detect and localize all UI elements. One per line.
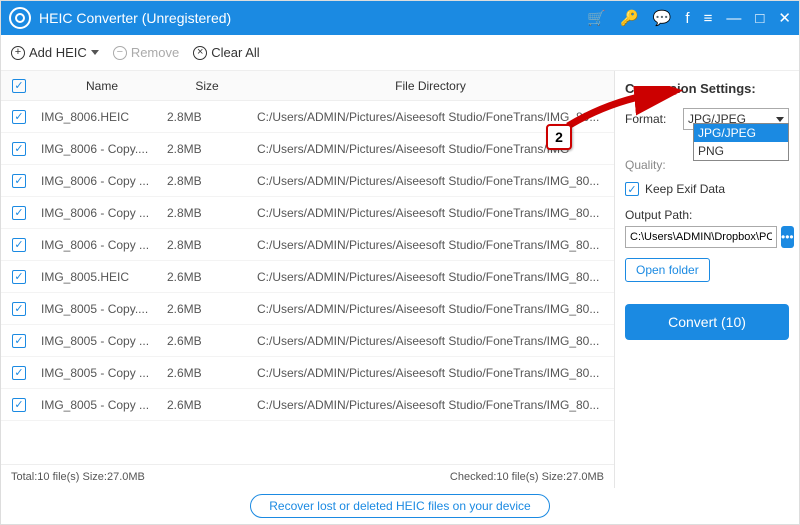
output-path-label: Output Path: [625, 208, 789, 222]
add-heic-button[interactable]: + Add HEIC [11, 45, 99, 60]
row-path: C:/Users/ADMIN/Pictures/Aiseesoft Studio… [247, 110, 614, 124]
feedback-icon[interactable]: 💬 [653, 9, 672, 27]
close-icon[interactable]: ✕ [778, 9, 791, 27]
table-row[interactable]: ✓ IMG_8005 - Copy ...2.6MBC:/Users/ADMIN/… [1, 389, 614, 421]
row-size: 2.6MB [167, 302, 247, 316]
row-size: 2.8MB [167, 174, 247, 188]
table-row[interactable]: ✓ IMG_8005 - Copy....2.6MBC:/Users/ADMIN/… [1, 293, 614, 325]
x-icon: × [193, 46, 207, 60]
table-row[interactable]: ✓ IMG_8006 - Copy ...2.8MBC:/Users/ADMIN/… [1, 197, 614, 229]
row-path: C:/Users/ADMIN/Pictures/Aiseesoft Studio… [247, 206, 614, 220]
table-row[interactable]: ✓ IMG_8006.HEIC2.8MBC:/Users/ADMIN/Pictur… [1, 101, 614, 133]
row-size: 2.6MB [167, 270, 247, 284]
table-row[interactable]: ✓IMG_8006 - Copy....2.8MBC:/Users/ADMIN/… [1, 133, 614, 165]
conversion-settings-panel: Conversion Settings: Format: JPG/JPEG JP… [615, 71, 799, 488]
titlebar: HEIC Converter (Unregistered) 🛒 🔑 💬 f ≡ … [1, 1, 799, 35]
row-checkbox[interactable]: ✓ [12, 238, 26, 252]
row-size: 2.8MB [167, 206, 247, 220]
row-size: 2.8MB [167, 142, 247, 156]
annotation-step-badge: 2 [546, 124, 572, 150]
row-checkbox[interactable]: ✓ [12, 206, 26, 220]
row-name: IMG_8005 - Copy ... [37, 366, 167, 380]
select-all-checkbox[interactable]: ✓ [12, 79, 26, 93]
status-checked: Checked:10 file(s) Size:27.0MB [450, 471, 604, 483]
row-checkbox[interactable]: ✓ [12, 366, 26, 380]
remove-button[interactable]: − Remove [113, 45, 179, 60]
window-title: HEIC Converter (Unregistered) [39, 10, 587, 26]
chevron-down-icon [91, 50, 99, 55]
row-size: 2.6MB [167, 334, 247, 348]
row-size: 2.8MB [167, 238, 247, 252]
format-option-png[interactable]: PNG [694, 142, 788, 160]
table-row[interactable]: ✓ IMG_8005.HEIC2.6MBC:/Users/ADMIN/Pictur… [1, 261, 614, 293]
toolbar: + Add HEIC − Remove × Clear All [1, 35, 799, 71]
row-checkbox[interactable]: ✓ [12, 174, 26, 188]
browse-button[interactable]: ••• [781, 226, 794, 248]
settings-heading: Conversion Settings: [625, 81, 789, 96]
row-checkbox[interactable]: ✓ [12, 142, 26, 156]
row-checkbox[interactable]: ✓ [12, 302, 26, 316]
key-icon[interactable]: 🔑 [620, 9, 639, 27]
row-checkbox[interactable]: ✓ [12, 398, 26, 412]
table-row[interactable]: ✓ IMG_8006 - Copy ...2.8MBC:/Users/ADMIN/… [1, 165, 614, 197]
minimize-icon[interactable]: — [726, 10, 741, 27]
quality-label: Quality: [625, 158, 677, 172]
row-name: IMG_8006 - Copy.... [37, 142, 167, 156]
table-row[interactable]: ✓ IMG_8005 - Copy ...2.6MBC:/Users/ADMIN/… [1, 357, 614, 389]
status-total: Total:10 file(s) Size:27.0MB [11, 471, 145, 483]
minus-icon: − [113, 46, 127, 60]
row-size: 2.6MB [167, 398, 247, 412]
row-checkbox[interactable]: ✓ [12, 270, 26, 284]
footer: Recover lost or deleted HEIC files on yo… [1, 488, 799, 524]
header-size[interactable]: Size [167, 79, 247, 93]
row-name: IMG_8006 - Copy ... [37, 238, 167, 252]
maximize-icon[interactable]: □ [755, 10, 764, 27]
row-name: IMG_8005 - Copy ... [37, 334, 167, 348]
row-path: C:/Users/ADMIN/Pictures/Aiseesoft Studio… [247, 174, 614, 188]
format-option-jpg[interactable]: JPG/JPEG [694, 124, 788, 142]
header-path[interactable]: File Directory [247, 79, 614, 93]
row-name: IMG_8006 - Copy ... [37, 174, 167, 188]
app-logo-icon [9, 7, 31, 29]
facebook-icon[interactable]: f [685, 10, 689, 27]
row-name: IMG_8006 - Copy ... [37, 206, 167, 220]
file-table: ✓ Name Size File Directory ✓ IMG_8006.HEI… [1, 71, 615, 488]
row-checkbox[interactable]: ✓ [12, 110, 26, 124]
row-path: C:/Users/ADMIN/Pictures/Aiseesoft Studio… [247, 270, 614, 284]
row-name: IMG_8005 - Copy.... [37, 302, 167, 316]
clear-all-button[interactable]: × Clear All [193, 45, 259, 60]
keep-exif-checkbox[interactable]: ✓ [625, 182, 639, 196]
convert-button[interactable]: Convert (10) [625, 304, 789, 340]
row-name: IMG_8005.HEIC [37, 270, 167, 284]
row-name: IMG_8005 - Copy ... [37, 398, 167, 412]
menu-icon[interactable]: ≡ [704, 10, 713, 27]
table-row[interactable]: ✓ IMG_8006 - Copy ...2.8MBC:/Users/ADMIN/… [1, 229, 614, 261]
row-name: IMG_8006.HEIC [37, 110, 167, 124]
table-header: ✓ Name Size File Directory [1, 71, 614, 101]
open-folder-button[interactable]: Open folder [625, 258, 710, 282]
cart-icon[interactable]: 🛒 [587, 9, 606, 27]
header-name[interactable]: Name [37, 79, 167, 93]
plus-icon: + [11, 46, 25, 60]
row-path: C:/Users/ADMIN/Pictures/Aiseesoft Studio… [247, 334, 614, 348]
row-path: C:/Users/ADMIN/Pictures/Aiseesoft Studio… [247, 238, 614, 252]
recover-button[interactable]: Recover lost or deleted HEIC files on yo… [250, 494, 549, 518]
table-row[interactable]: ✓ IMG_8005 - Copy ...2.6MBC:/Users/ADMIN/… [1, 325, 614, 357]
format-label: Format: [625, 112, 677, 126]
row-path: C:/Users/ADMIN/Pictures/Aiseesoft Studio… [247, 366, 614, 380]
statusbar: Total:10 file(s) Size:27.0MB Checked:10 … [1, 464, 614, 488]
row-path: C:/Users/ADMIN/Pictures/Aiseesoft Studio… [247, 398, 614, 412]
row-size: 2.8MB [167, 110, 247, 124]
row-checkbox[interactable]: ✓ [12, 334, 26, 348]
row-path: C:/Users/ADMIN/Pictures/Aiseesoft Studio… [247, 302, 614, 316]
format-dropdown[interactable]: JPG/JPEG PNG [693, 123, 789, 161]
chevron-down-icon [776, 117, 784, 122]
keep-exif-label: Keep Exif Data [645, 182, 725, 196]
row-size: 2.6MB [167, 366, 247, 380]
output-path-input[interactable] [625, 226, 777, 248]
